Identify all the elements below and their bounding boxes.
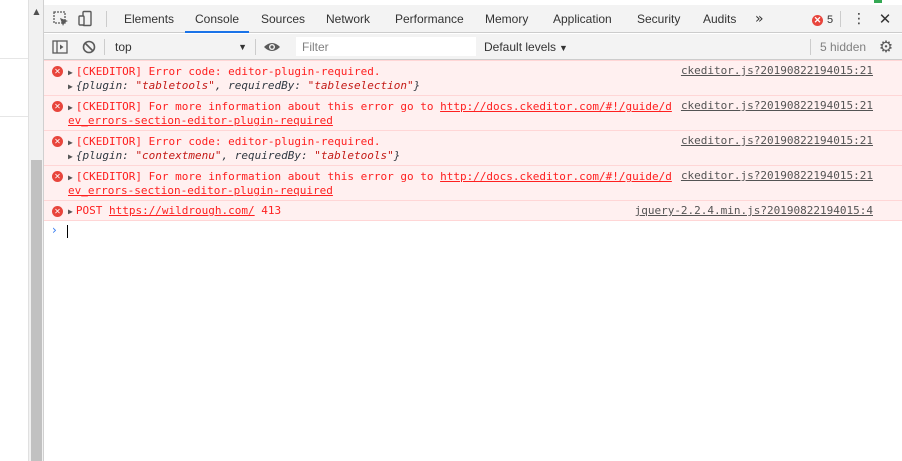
console-error-message[interactable]: ✕ ▶ [CKEDITOR] For more information about… xyxy=(44,165,902,201)
message-source-link[interactable]: jquery-2.2.4.min.js?20190822194015:4 xyxy=(635,204,873,218)
console-error-message[interactable]: ✕ ▶ [CKEDITOR] Error code: editor-plugin-… xyxy=(44,130,902,166)
message-source-link[interactable]: ckeditor.js?20190822194015:21 xyxy=(681,169,873,183)
settings-gear-icon[interactable]: ⚙ xyxy=(877,37,895,57)
tab-audits[interactable]: Audits xyxy=(693,5,746,33)
toolbar-separator xyxy=(810,39,811,55)
close-icon[interactable]: ✕ xyxy=(877,9,893,29)
devtools-panel: Elements Console Sources Network Perform… xyxy=(44,0,902,461)
toolbar-separator xyxy=(255,39,256,55)
sidebar-toggle-icon[interactable] xyxy=(51,38,69,56)
error-icon: ✕ xyxy=(812,14,823,26)
prompt-chevron-icon: › xyxy=(52,223,57,237)
inspect-element-icon[interactable] xyxy=(52,10,70,28)
console-error-message[interactable]: ✕ ▶ [CKEDITOR] Error code: editor-plugin-… xyxy=(44,60,902,96)
tab-elements[interactable]: Elements xyxy=(114,5,184,33)
context-selector[interactable]: top ▼ xyxy=(109,37,249,57)
eye-icon[interactable] xyxy=(262,38,282,56)
status-indicator xyxy=(874,0,882,3)
message-source-link[interactable]: ckeditor.js?20190822194015:21 xyxy=(681,64,873,78)
text-cursor xyxy=(67,225,68,238)
expand-triangle-icon[interactable]: ▶ xyxy=(68,101,73,115)
error-icon: ✕ xyxy=(52,66,63,77)
more-tabs-button[interactable]: » xyxy=(755,5,764,33)
error-icon: ✕ xyxy=(52,171,63,182)
scroll-up-arrow-icon[interactable]: ▲ xyxy=(29,6,44,18)
log-levels-label: Default levels xyxy=(484,40,557,54)
expand-triangle-icon[interactable]: ▶ xyxy=(68,205,73,219)
page-divider xyxy=(0,116,28,117)
tabbar-separator xyxy=(840,11,841,27)
message-text: ▶ [CKEDITOR] For more information about t… xyxy=(68,100,672,115)
console-error-message[interactable]: ✕ ▶ POST https://wildrough.com/ 413 jquer… xyxy=(44,200,902,221)
message-text: ▶ [CKEDITOR] For more information about t… xyxy=(68,170,672,185)
message-source-link[interactable]: ckeditor.js?20190822194015:21 xyxy=(681,134,873,148)
chevron-down-icon: ▼ xyxy=(238,42,247,52)
context-value: top xyxy=(115,40,132,54)
error-icon: ✕ xyxy=(52,136,63,147)
tab-memory[interactable]: Memory xyxy=(475,5,538,33)
scrollbar-thumb[interactable] xyxy=(31,160,42,461)
device-toggle-icon[interactable] xyxy=(77,10,95,28)
tab-security[interactable]: Security xyxy=(627,5,690,33)
message-object[interactable]: ▶ {plugin: "tabletools", requiredBy: "tab… xyxy=(68,79,420,93)
docs-link[interactable]: http://docs.ckeditor.com/#!/guide/d xyxy=(440,100,672,113)
hidden-messages-count: 5 hidden xyxy=(820,40,867,54)
tabbar-separator xyxy=(106,11,107,27)
message-text: ▶ [CKEDITOR] Error code: editor-plugin-re… xyxy=(68,135,381,150)
message-text: ▶ [CKEDITOR] Error code: editor-plugin-re… xyxy=(68,65,381,80)
tab-sources[interactable]: Sources xyxy=(251,5,315,33)
message-object[interactable]: ▶ {plugin: "contextmenu", requiredBy: "ta… xyxy=(68,149,400,163)
docs-link-continued[interactable]: ev_errors-section-editor-plugin-required xyxy=(68,114,333,128)
error-icon: ✕ xyxy=(52,101,63,112)
console-messages: ✕ ▶ [CKEDITOR] Error code: editor-plugin-… xyxy=(44,60,902,221)
filter-input[interactable] xyxy=(296,37,476,56)
console-error-message[interactable]: ✕ ▶ [CKEDITOR] For more information about… xyxy=(44,95,902,131)
log-levels-dropdown[interactable]: Default levels ▼ xyxy=(484,37,568,57)
expand-triangle-icon[interactable]: ▶ xyxy=(68,136,73,150)
error-icon: ✕ xyxy=(52,206,63,217)
docs-link[interactable]: http://docs.ckeditor.com/#!/guide/d xyxy=(440,170,672,183)
expand-triangle-icon[interactable]: ▶ xyxy=(68,66,73,80)
error-count: 5 xyxy=(827,14,834,26)
devtools-tabbar: Elements Console Sources Network Perform… xyxy=(44,5,902,33)
page-scrollbar[interactable]: ▲ xyxy=(28,0,43,461)
kebab-menu-icon[interactable]: ⋮ xyxy=(852,9,866,29)
page-content-strip: ▲ xyxy=(0,0,44,461)
docs-link-continued[interactable]: ev_errors-section-editor-plugin-required xyxy=(68,184,333,198)
console-toolbar: top ▼ Default levels▼ 5 hidden ⚙ xyxy=(44,34,902,60)
toolbar-separator xyxy=(104,39,105,55)
request-url-link[interactable]: https://wildrough.com/ xyxy=(109,204,255,217)
clear-console-icon[interactable] xyxy=(80,38,98,56)
chevron-down-icon: ▼ xyxy=(559,43,568,53)
page-divider xyxy=(0,58,28,59)
message-text: ▶ POST https://wildrough.com/ 413 xyxy=(68,204,282,219)
message-source-link[interactable]: ckeditor.js?20190822194015:21 xyxy=(681,99,873,113)
tab-application[interactable]: Application xyxy=(543,5,622,33)
console-prompt[interactable]: › xyxy=(44,222,902,240)
tab-console[interactable]: Console xyxy=(185,5,250,33)
expand-triangle-icon[interactable]: ▶ xyxy=(68,80,73,94)
expand-triangle-icon[interactable]: ▶ xyxy=(68,171,73,185)
tab-network[interactable]: Network xyxy=(316,5,380,33)
tab-performance[interactable]: Performance xyxy=(385,5,474,33)
expand-triangle-icon[interactable]: ▶ xyxy=(68,150,73,164)
error-count-badge[interactable]: ✕ 5 xyxy=(812,13,833,27)
